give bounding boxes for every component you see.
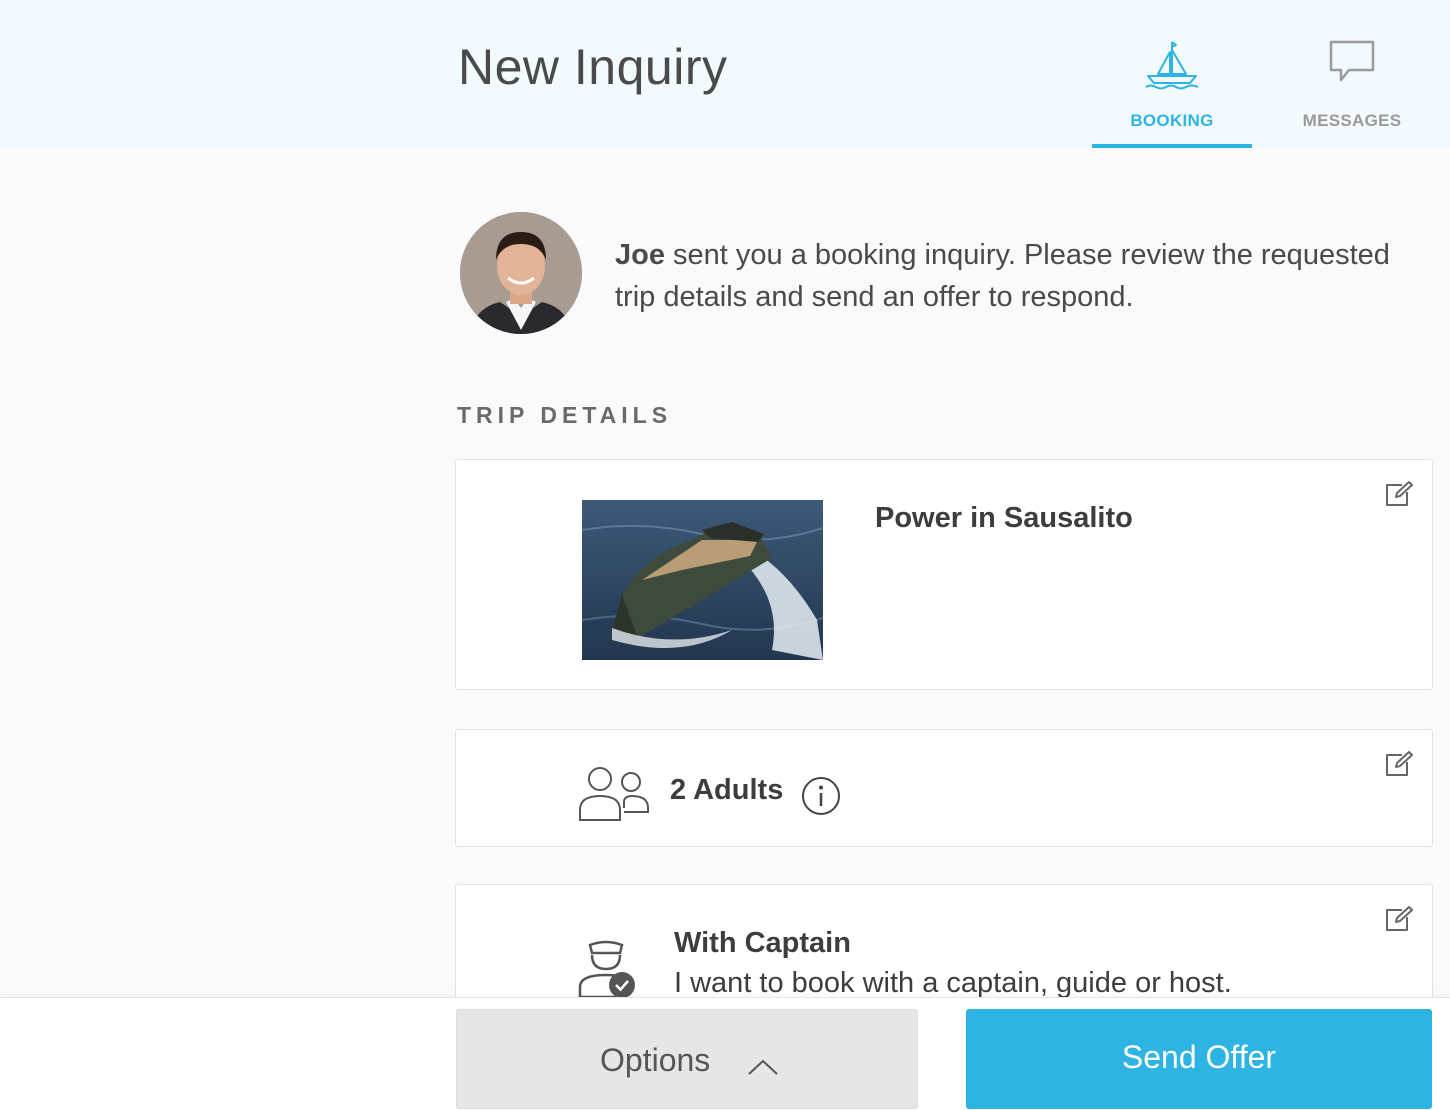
options-button-label: Options — [600, 1042, 711, 1078]
edit-guests-icon[interactable] — [1384, 750, 1414, 783]
edit-captain-icon[interactable] — [1384, 905, 1414, 938]
tab-messages-label: MESSAGES — [1302, 111, 1402, 130]
captain-icon — [576, 939, 640, 1004]
send-offer-button[interactable]: Send Offer — [966, 1009, 1432, 1109]
captain-title: With Captain — [674, 927, 851, 959]
people-icon — [578, 766, 650, 827]
guests-card: 2 Adults — [455, 729, 1433, 847]
options-button[interactable]: Options — [456, 1009, 918, 1109]
active-tab-indicator — [1092, 144, 1252, 148]
footer-bar: Options Send Offer — [0, 997, 1450, 1110]
tab-messages[interactable]: MESSAGES — [1272, 0, 1432, 148]
edit-boat-icon[interactable] — [1384, 480, 1414, 513]
header: New Inquiry BOOKING MESSAGES — [0, 0, 1450, 148]
info-icon[interactable] — [801, 776, 841, 821]
chevron-up-icon — [747, 1048, 779, 1085]
inquiry-message: Joe sent you a booking inquiry. Please r… — [615, 234, 1415, 318]
chat-bubble-icon — [1327, 38, 1377, 89]
boat-card: Power in Sausalito — [455, 459, 1433, 690]
boat-image — [582, 500, 823, 660]
guests-count: 2 Adults — [670, 774, 784, 806]
tab-booking[interactable]: BOOKING — [1092, 0, 1252, 148]
captain-description: I want to book with a captain, guide or … — [674, 967, 1232, 999]
tab-booking-label: BOOKING — [1130, 111, 1214, 130]
inquiry-text: sent you a booking inquiry. Please revie… — [615, 239, 1390, 313]
avatar — [460, 212, 582, 334]
sailboat-icon — [1142, 38, 1202, 95]
boat-title: Power in Sausalito — [875, 502, 1133, 534]
sender-name: Joe — [615, 239, 665, 271]
page-title: New Inquiry — [458, 39, 728, 95]
section-title: TRIP DETAILS — [457, 402, 673, 428]
